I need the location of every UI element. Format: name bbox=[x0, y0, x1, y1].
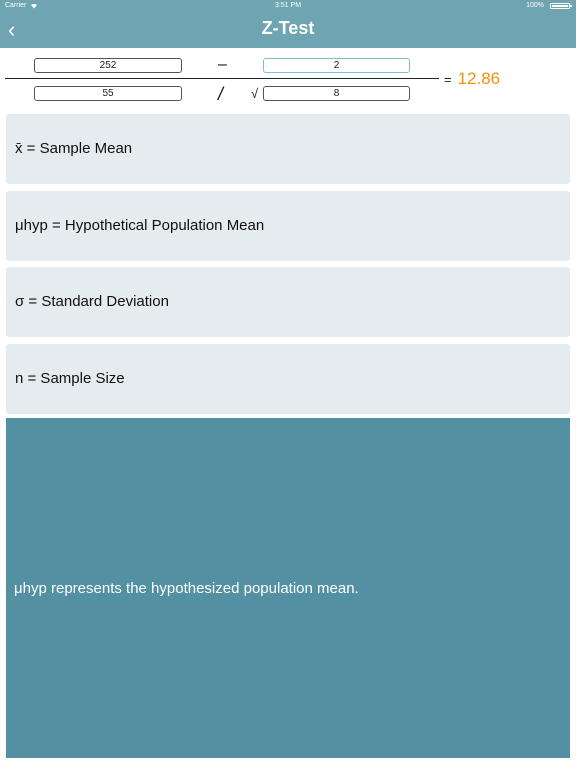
result-display: = 12.86 bbox=[444, 69, 500, 89]
definition-card-sample-mean[interactable]: x̄ = Sample Mean bbox=[6, 114, 570, 184]
page-title: Z-Test bbox=[261, 18, 315, 38]
sample-size-field[interactable] bbox=[263, 86, 410, 101]
standard-deviation-field[interactable] bbox=[34, 86, 182, 101]
definition-label: σ = Standard Deviation bbox=[15, 293, 169, 310]
definition-card-standard-deviation[interactable]: σ = Standard Deviation bbox=[6, 267, 570, 337]
minus-operator: – bbox=[218, 56, 227, 73]
definition-label: x̄ = Sample Mean bbox=[15, 140, 133, 157]
definition-card-sample-size[interactable]: n = Sample Size bbox=[6, 344, 570, 414]
equals-sign: = bbox=[444, 72, 452, 87]
status-time: 3:51 PM bbox=[274, 2, 302, 9]
info-text: μhyp represents the hypothesized populat… bbox=[14, 580, 359, 597]
battery-tip bbox=[570, 5, 572, 7]
divide-operator: / bbox=[218, 84, 224, 104]
info-panel: μhyp represents the hypothesized populat… bbox=[6, 418, 570, 758]
sample-mean-field[interactable] bbox=[34, 58, 182, 73]
status-bar: Carrier 3:51 PM 100% bbox=[0, 0, 576, 12]
navigation-bar: ‹ Z-Test bbox=[0, 12, 576, 48]
result-value: 12.86 bbox=[457, 69, 501, 88]
z-test-formula: – / √ = 12.86 bbox=[0, 48, 576, 110]
square-root-symbol: √ bbox=[251, 86, 259, 101]
fraction-line bbox=[5, 78, 439, 79]
definition-card-hypothetical-mean[interactable]: μhyp = Hypothetical Population Mean bbox=[6, 191, 570, 261]
definition-label: μhyp = Hypothetical Population Mean bbox=[15, 217, 265, 234]
definition-label: n = Sample Size bbox=[15, 370, 125, 387]
battery-icon bbox=[550, 3, 570, 9]
battery-percentage: 100% bbox=[526, 2, 544, 9]
hypothetical-mean-field[interactable] bbox=[263, 58, 410, 73]
